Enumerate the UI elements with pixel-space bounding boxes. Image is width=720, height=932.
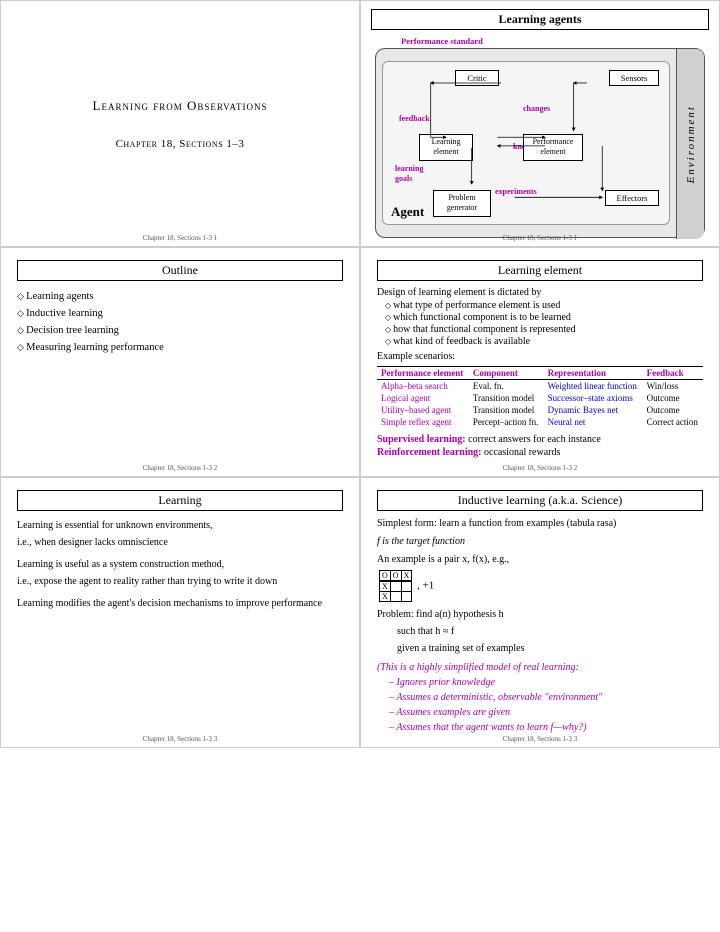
- slide5-title: Learning: [17, 490, 343, 511]
- problem-text: Problem: find a(n) hypothesis h: [377, 608, 703, 622]
- example-pair: An example is a pair x, f(x), e.g.,: [377, 553, 703, 567]
- slide6-title: Inductive learning (a.k.a. Science): [377, 490, 703, 511]
- simp-line0: (This is a highly simplified model of re…: [377, 660, 703, 675]
- th-comp: Component: [469, 367, 544, 380]
- bullet-2: which functional component is to be lear…: [385, 312, 703, 323]
- learning-p4: i.e., expose the agent to reality rather…: [17, 575, 343, 589]
- slide-learning-agents: Learning agents Performance standard Env…: [360, 0, 720, 247]
- hyp-line1: such that h ≈ f: [397, 625, 703, 639]
- slide4-desc: Design of learning element is dictated b…: [377, 287, 703, 298]
- hypothesis-block: such that h ≈ f given a training set of …: [397, 625, 703, 656]
- outline-list: Learning agents Inductive learning Decis…: [17, 291, 343, 353]
- slide1-footer: Chapter 18, Sections 1-3 1: [1, 234, 359, 242]
- changes-label: changes: [523, 104, 550, 113]
- environment-panel: Environment: [676, 49, 704, 239]
- environment-label: Environment: [685, 105, 697, 183]
- supervised-text: Supervised learning: correct answers for…: [377, 434, 703, 445]
- row4-repr: Neural net: [544, 416, 643, 428]
- inner-agent-box: Critic Sensors feedback changes knowledg…: [382, 61, 670, 225]
- slide2-title: Learning agents: [371, 9, 709, 30]
- row1-feed: Win/loss: [643, 380, 703, 393]
- learning-element-table: Performance element Component Representa…: [377, 366, 703, 428]
- supervised-desc: correct answers for each instance: [468, 434, 601, 445]
- bullet-1: what type of performance element is used: [385, 300, 703, 311]
- reinforcement-label: Reinforcement learning:: [377, 447, 482, 458]
- simp-line4: – Assumes that the agent wants to learn …: [389, 720, 703, 735]
- slide-outline: Outline Learning agents Inductive learni…: [0, 247, 360, 477]
- slide1-subtitle: Chapter 18, Sections 1–3: [116, 138, 245, 150]
- reinforcement-text: Reinforcement learning: occasional rewar…: [377, 447, 703, 458]
- outline-item-2: Inductive learning: [17, 308, 343, 319]
- bullet-4: what kind of feedback is available: [385, 336, 703, 347]
- row4-feed: Correct action: [643, 416, 703, 428]
- row3-feed: Outcome: [643, 404, 703, 416]
- hyp-line2: given a training set of examples: [397, 642, 703, 656]
- slide4-footer: Chapter 18, Sections 1-3 2: [361, 464, 719, 472]
- slide4-bullets: what type of performance element is used…: [385, 300, 703, 347]
- effectors-box: Effectors: [605, 190, 659, 206]
- row3-perf: Utility–based agent: [377, 404, 469, 416]
- critic-box: Critic: [455, 70, 499, 86]
- feedback-label: feedback: [399, 114, 430, 123]
- row3-comp: Transition model: [469, 404, 544, 416]
- agent-label: Agent: [391, 204, 424, 220]
- page-grid: Learning from Observations Chapter 18, S…: [0, 0, 720, 748]
- slide-inductive-learning: Inductive learning (a.k.a. Science) Simp…: [360, 477, 720, 748]
- th-repr: Representation: [544, 367, 643, 380]
- row2-perf: Logical agent: [377, 392, 469, 404]
- row1-comp: Eval. fn.: [469, 380, 544, 393]
- example-label: Example scenarios:: [377, 351, 703, 362]
- row1-repr: Weighted linear function: [544, 380, 643, 393]
- row2-comp: Transition model: [469, 392, 544, 404]
- row4-perf: Simple reflex agent: [377, 416, 469, 428]
- diagram-area: Environment Critic Sensors feedback chan…: [375, 48, 705, 238]
- slide-learning: Learning Learning is essential for unkno…: [0, 477, 360, 748]
- performance-element-box: Performanceelement: [523, 134, 583, 161]
- learning-p3: Learning is useful as a system construct…: [17, 558, 343, 572]
- th-feed: Feedback: [643, 367, 703, 380]
- simp-line3: – Assumes examples are given: [389, 705, 703, 720]
- bullet-3: how that functional component is represe…: [385, 324, 703, 335]
- learning-p5: Learning modifies the agent's decision m…: [17, 597, 343, 611]
- example-table: O O X X X: [379, 570, 412, 602]
- simp-line1: – Ignores prior knowledge: [389, 675, 703, 690]
- slide2-footer: Chapter 18, Sections 1-3 1: [361, 234, 719, 242]
- row2-repr: Successor–state axioms: [544, 392, 643, 404]
- learning-p1: Learning is essential for unknown enviro…: [17, 519, 343, 533]
- learning-goals-label: learninggoals: [395, 164, 423, 183]
- sensors-box: Sensors: [609, 70, 659, 86]
- row2-feed: Outcome: [643, 392, 703, 404]
- simplest-text: Simplest form: learn a function from exa…: [377, 517, 703, 531]
- supervised-label: Supervised learning:: [377, 434, 466, 445]
- reinforcement-desc: occasional rewards: [484, 447, 560, 458]
- simp-line2: – Assumes a deterministic, observable "e…: [389, 690, 703, 705]
- row1-perf: Alpha–beta search: [377, 380, 469, 393]
- outline-item-4: Measuring learning performance: [17, 342, 343, 353]
- slide-learning-from-observations: Learning from Observations Chapter 18, S…: [0, 0, 360, 247]
- slide5-footer: Chapter 18, Sections 1-3 3: [1, 735, 359, 743]
- th-perf: Performance element: [377, 367, 469, 380]
- slide6-footer: Chapter 18, Sections 1-3 3: [361, 735, 719, 743]
- slide3-title: Outline: [17, 260, 343, 281]
- row3-repr: Dynamic Bayes net: [544, 404, 643, 416]
- f-label: f is the target function: [377, 535, 703, 549]
- outline-item-1: Learning agents: [17, 291, 343, 302]
- slide-learning-element: Learning element Design of learning elem…: [360, 247, 720, 477]
- row4-comp: Percept–action fn.: [469, 416, 544, 428]
- slide4-title: Learning element: [377, 260, 703, 281]
- slide1-title: Learning from Observations: [93, 98, 268, 114]
- slide3-footer: Chapter 18, Sections 1-3 2: [1, 464, 359, 472]
- learning-p2: i.e., when designer lacks omniscience: [17, 536, 343, 550]
- problem-generator-box: Problemgenerator: [433, 190, 491, 217]
- outline-item-3: Decision tree learning: [17, 325, 343, 336]
- performance-standard-label: Performance standard: [401, 36, 709, 46]
- experiments-label: experiments: [495, 187, 537, 196]
- simplified-model: (This is a highly simplified model of re…: [377, 660, 703, 735]
- learning-element-box: Learningelement: [419, 134, 473, 161]
